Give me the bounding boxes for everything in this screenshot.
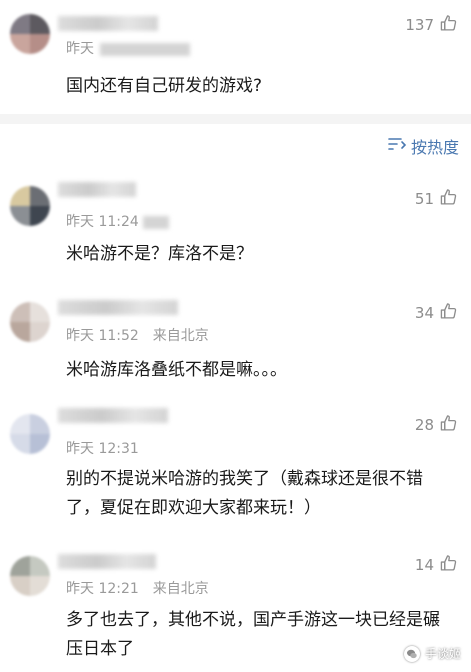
thumbs-up-icon [440, 414, 457, 436]
comment-text: 多了也去了，其他不说，国产手游这一块已经是碾压日本了 [66, 610, 440, 659]
comment-time: 昨天 [66, 41, 94, 57]
comment-meta: 昨天 11:52 来自北京 [66, 325, 209, 345]
sort-by-heat-button[interactable]: 按热度 [387, 134, 459, 158]
avatar[interactable] [10, 556, 50, 596]
comment-text: 别的不提说米哈游的我笑了（戴森球还是很不错了，夏促在即欢迎大家都来玩！） [66, 469, 423, 518]
thumbs-up-icon [440, 188, 457, 210]
username[interactable] [58, 16, 158, 31]
comment-meta: 昨天 12:21 来自北京 [66, 578, 209, 598]
username[interactable] [58, 182, 136, 197]
username[interactable] [58, 554, 156, 569]
comment-text: 国内还有自己研发的游戏? [66, 76, 263, 96]
comment-text: 米哈游不是？库洛不是？ [66, 244, 253, 264]
sort-label: 按热度 [410, 138, 459, 157]
avatar[interactable] [10, 302, 50, 342]
comment-location: 来自北京 [152, 581, 209, 597]
watermark-text: 手谈姬 [424, 647, 461, 661]
comment-time: 昨天 11:24 [66, 214, 139, 230]
like-count: 51 [414, 190, 434, 208]
like-count: 137 [405, 16, 434, 34]
thumbs-up-icon [440, 302, 457, 324]
thumbs-up-icon [440, 14, 457, 36]
blurred-meta [142, 215, 169, 229]
like-button[interactable]: 34 [415, 302, 457, 324]
blurred-meta [100, 42, 190, 56]
like-button[interactable]: 14 [415, 554, 457, 576]
comment-meta: 昨天 11:24 [66, 211, 169, 231]
like-button[interactable]: 28 [415, 414, 457, 436]
comment-text: 米哈游库洛叠纸不都是嘛。。。 [66, 360, 287, 380]
comment-time: 昨天 12:21 [66, 581, 139, 597]
section-divider [0, 114, 471, 124]
like-button[interactable]: 51 [415, 188, 457, 210]
like-count: 34 [414, 304, 434, 322]
like-count: 14 [414, 556, 434, 574]
wechat-logo-icon [403, 645, 420, 662]
comment-time: 昨天 12:31 [66, 441, 139, 457]
sort-icon [387, 136, 407, 156]
avatar[interactable] [10, 414, 50, 454]
watermark: 手谈姬 [403, 645, 461, 662]
username[interactable] [58, 408, 168, 423]
comment-page: 昨天 137 国内还有自己研发的游戏? 按热度 昨天 11:24 51 米哈游不… [0, 0, 471, 672]
like-count: 28 [414, 416, 434, 434]
comment-meta: 昨天 12:31 [66, 438, 139, 458]
avatar[interactable] [10, 14, 50, 54]
avatar[interactable] [10, 186, 50, 226]
comment-meta: 昨天 [66, 38, 190, 58]
username[interactable] [58, 300, 178, 315]
comment-location: 来自北京 [152, 328, 209, 344]
comment-time: 昨天 11:52 [66, 328, 139, 344]
like-button[interactable]: 137 [405, 14, 457, 36]
thumbs-up-icon [440, 554, 457, 576]
